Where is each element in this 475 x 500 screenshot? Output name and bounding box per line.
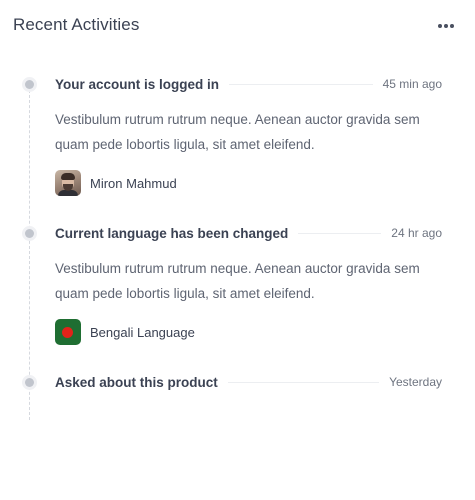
activity-time: 24 hr ago [391, 226, 442, 240]
activity-user[interactable]: Miron Mahmud [55, 170, 177, 196]
activity-title: Current language has been changed [55, 225, 289, 241]
divider [229, 83, 373, 85]
divider [298, 232, 382, 234]
bangladesh-flag-icon [55, 319, 81, 345]
card-header: Recent Activities [0, 0, 475, 52]
activity-description: Vestibulum rutrum rutrum neque. Aenean a… [55, 261, 420, 301]
activity-item: Your account is logged in 45 min ago Ves… [0, 52, 475, 202]
user-name: Miron Mahmud [90, 175, 177, 191]
activity-header: Asked about this product Yesterday [55, 373, 442, 391]
activity-item: Asked about this product Yesterday [0, 350, 475, 500]
activity-header: Your account is logged in 45 min ago [55, 75, 442, 93]
activity-time: 45 min ago [382, 77, 442, 91]
timeline-dot-icon [22, 77, 37, 92]
more-options-icon[interactable] [438, 22, 458, 30]
avatar [55, 170, 81, 196]
activity-header: Current language has been changed 24 hr … [55, 224, 442, 242]
divider [227, 381, 380, 383]
language-name: Bengali Language [90, 324, 195, 340]
activity-description: Vestibulum rutrum rutrum neque. Aenean a… [55, 112, 420, 152]
activity-language[interactable]: Bengali Language [55, 319, 195, 345]
activity-title: Asked about this product [55, 374, 218, 390]
timeline-dot-icon [22, 226, 37, 241]
timeline-dot-icon [22, 375, 37, 390]
activity-timeline: Your account is logged in 45 min ago Ves… [0, 52, 475, 420]
activity-title: Your account is logged in [55, 76, 220, 92]
activity-item: Current language has been changed 24 hr … [0, 201, 475, 351]
card-title: Recent Activities [13, 15, 140, 34]
activity-time: Yesterday [389, 375, 442, 389]
